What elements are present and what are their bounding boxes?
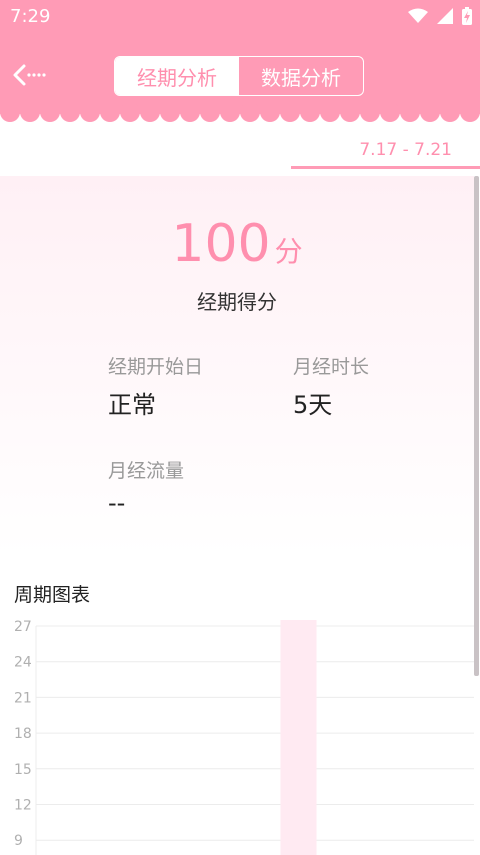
header-scallop-edge xyxy=(0,104,480,122)
chart-title: 周期图表 xyxy=(14,584,91,606)
y-tick-label: 9 xyxy=(14,833,23,849)
analysis-tab-switch: 经期分析 数据分析 xyxy=(114,56,364,96)
scrollbar[interactable] xyxy=(474,176,479,676)
y-tick-label: 21 xyxy=(14,690,32,706)
tab-data-analysis[interactable]: 数据分析 xyxy=(239,57,363,95)
stat-flow: 月经流量 -- xyxy=(108,456,184,517)
date-range-underline xyxy=(291,166,480,169)
score-label: 经期得分 xyxy=(197,290,277,314)
battery-icon xyxy=(462,7,472,25)
signal-icon xyxy=(437,8,453,24)
cycle-chart: 27 24 21 18 15 12 9 xyxy=(14,619,474,855)
status-bar: 7:29 xyxy=(0,0,480,34)
stat-value: -- xyxy=(108,489,126,517)
y-tick-label: 15 xyxy=(14,762,32,778)
tab-period-analysis[interactable]: 经期分析 xyxy=(115,57,239,95)
score-value: 100 xyxy=(171,214,271,274)
back-arrow-icon xyxy=(13,64,46,86)
back-button[interactable] xyxy=(12,62,52,92)
period-score: 100 分 xyxy=(0,214,474,274)
date-range-row: 7.17 - 7.21 xyxy=(0,122,480,174)
cycle-bar xyxy=(280,620,317,855)
app-header: 经期分析 数据分析 xyxy=(0,34,480,114)
stat-label: 月经流量 xyxy=(108,460,185,482)
y-tick-label: 12 xyxy=(14,798,32,814)
stat-value: 正常 xyxy=(108,391,156,419)
stat-period-start: 经期开始日 正常 xyxy=(108,352,203,420)
y-tick-label: 27 xyxy=(14,619,32,635)
status-time: 7:29 xyxy=(10,6,51,27)
wifi-icon xyxy=(408,8,428,23)
score-panel: 100 分 经期得分 经期开始日 正常 月经时长 5天 月经流量 -- xyxy=(0,176,474,556)
stat-value: 5天 xyxy=(293,391,333,419)
stat-period-length: 月经时长 5天 xyxy=(293,352,369,420)
status-icons xyxy=(408,7,472,25)
stat-label: 经期开始日 xyxy=(108,356,204,378)
y-tick-label: 24 xyxy=(14,655,32,671)
score-unit: 分 xyxy=(274,235,303,268)
stat-label: 月经时长 xyxy=(293,356,370,378)
y-tick-label: 18 xyxy=(14,726,32,742)
date-range-tab[interactable]: 7.17 - 7.21 xyxy=(359,140,452,160)
